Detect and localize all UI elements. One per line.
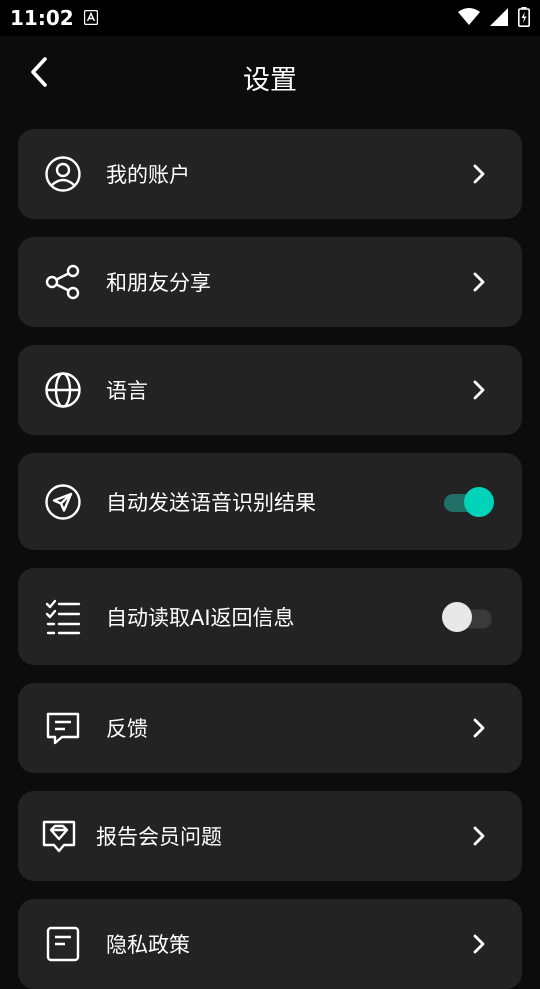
- settings-item-auto-read: 自动读取AI返回信息: [18, 568, 522, 665]
- settings-item-label: 自动读取AI返回信息: [106, 605, 295, 630]
- settings-item-label: 自动发送语音识别结果: [106, 490, 316, 515]
- settings-item-language[interactable]: 语言: [18, 345, 522, 435]
- share-icon: [44, 263, 82, 301]
- status-bar: 11:02: [0, 0, 540, 36]
- battery-icon: [518, 7, 530, 31]
- diamond-icon: [40, 817, 78, 855]
- settings-item-feedback[interactable]: 反馈: [18, 683, 522, 773]
- checklist-icon: [44, 598, 82, 636]
- settings-item-report-membership[interactable]: 报告会员问题: [18, 791, 522, 881]
- wifi-icon: [458, 8, 480, 30]
- globe-icon: [44, 371, 82, 409]
- toggle-knob: [442, 601, 472, 632]
- settings-item-label: 和朋友分享: [106, 271, 211, 295]
- signal-icon: [490, 8, 508, 30]
- send-icon: [44, 483, 82, 521]
- system-icons: [458, 7, 530, 31]
- chevron-right-icon: [472, 717, 486, 739]
- settings-item-auto-send: 自动发送语音识别结果: [18, 453, 522, 550]
- status-time: 11:02: [10, 6, 74, 30]
- settings-item-privacy-policy[interactable]: 隐私政策: [18, 899, 522, 989]
- page-title: 设置: [243, 65, 297, 96]
- auto-read-toggle[interactable]: [442, 600, 494, 634]
- settings-item-label: 语言: [106, 379, 148, 403]
- top-app-bar: 设置: [0, 36, 540, 116]
- chevron-right-icon: [472, 933, 486, 955]
- document-icon: [44, 925, 82, 963]
- chevron-right-icon: [472, 271, 486, 293]
- notification-a-icon: [83, 9, 99, 26]
- auto-send-toggle[interactable]: [442, 485, 494, 519]
- settings-item-label: 我的账户: [106, 163, 190, 187]
- toggle-knob: [464, 486, 494, 517]
- user-circle-icon: [44, 155, 82, 193]
- message-icon: [44, 709, 82, 747]
- settings-item-share[interactable]: 和朋友分享: [18, 237, 522, 327]
- chevron-right-icon: [472, 163, 486, 185]
- chevron-right-icon: [472, 825, 486, 847]
- chevron-right-icon: [472, 379, 486, 401]
- settings-item-label: 隐私政策: [106, 933, 190, 957]
- settings-item-account[interactable]: 我的账户: [18, 129, 522, 219]
- settings-item-label: 反馈: [106, 717, 148, 741]
- settings-item-label: 报告会员问题: [96, 825, 222, 849]
